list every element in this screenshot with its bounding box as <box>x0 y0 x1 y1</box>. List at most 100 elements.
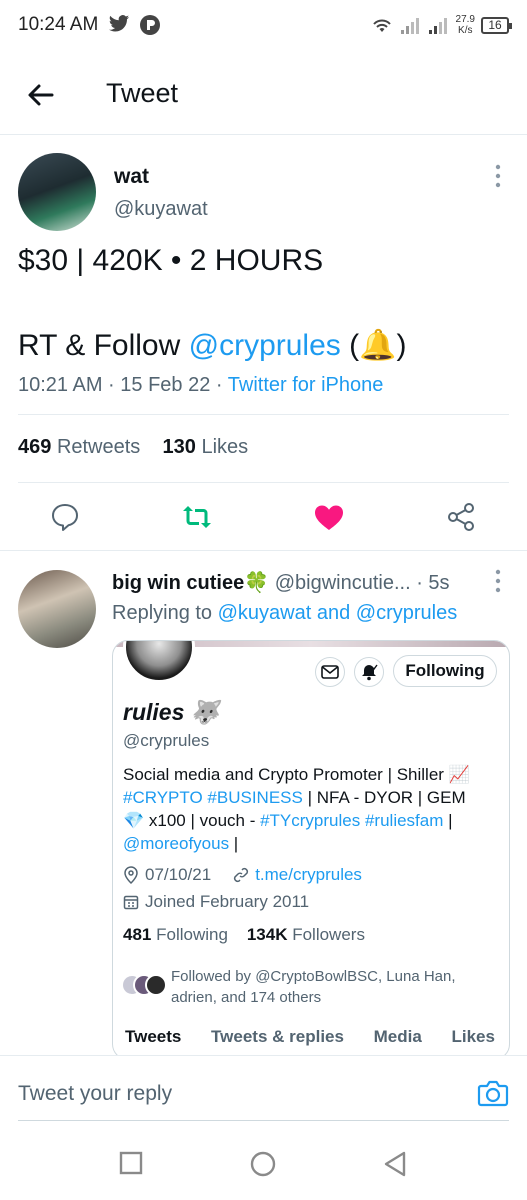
tab-likes: Likes <box>451 1027 495 1046</box>
retweets-count: 469 <box>18 436 52 458</box>
link-icon <box>234 867 249 883</box>
following-count: 481 <box>123 925 152 944</box>
signal-icon <box>400 18 419 34</box>
hashtag-tycryprules: #TYcryprules <box>260 811 361 830</box>
bio-line4-end: | <box>229 834 239 853</box>
bio-line2: | NFA - DYOR | GEM <box>302 788 466 807</box>
battery-indicator: 16 <box>481 16 512 34</box>
tab-media: Media <box>373 1027 422 1046</box>
bio-line3: x100 | vouch - <box>144 811 261 830</box>
profile-name: rulies 🐺 <box>123 699 219 726</box>
mention-link[interactable]: @cryprules <box>189 329 341 362</box>
signal-icon-2 <box>428 18 447 34</box>
status-indicators: 27.9 K/s 16 <box>370 12 512 38</box>
tweet-stats: 469 Retweets 130 Likes <box>18 436 248 459</box>
message-button[interactable] <box>315 657 345 687</box>
tweet-text-paren-open: ( <box>340 329 360 362</box>
tab-tweets: Tweets <box>125 1027 182 1046</box>
reply-input[interactable]: Tweet your reply <box>18 1082 172 1106</box>
android-nav-bar <box>0 1125 527 1200</box>
following-label: Following <box>156 925 228 944</box>
profile-joined: Joined February 2011 <box>145 892 310 911</box>
tweet-divider <box>0 550 527 551</box>
tab-tweets-replies: Tweets & replies <box>211 1027 344 1046</box>
tweet-text-prefix: RT & Follow <box>18 329 189 362</box>
twitter-bird-icon <box>108 15 130 32</box>
tweet-timestamp: 10:21 AM · 15 Feb 22 · Twitter for iPhon… <box>18 374 383 397</box>
profile-tabs: Tweets Tweets & replies Media Likes <box>113 1027 509 1047</box>
bio-line1: Social media and Crypto Promoter | Shill… <box>123 765 470 784</box>
follower-avatar <box>145 974 167 996</box>
profile-name-text: rulies <box>123 699 185 725</box>
source-link[interactable]: Twitter for iPhone <box>228 374 384 396</box>
notifications-button[interactable] <box>354 657 384 687</box>
hashtag-crypto: #CRYPTO <box>123 788 203 807</box>
reply-icon[interactable] <box>48 500 82 534</box>
recent-apps-icon[interactable] <box>119 1151 143 1175</box>
bio-line3-end: | <box>443 811 453 830</box>
followed-by-avatars <box>121 974 167 998</box>
profile-birthday: 07/10/21 <box>145 865 212 884</box>
network-speed: 27.9 K/s <box>456 14 475 36</box>
reply-author-name[interactable]: big win cutiee🍀 <box>112 572 269 594</box>
timestamp-text: 10:21 AM · 15 Feb 22 · <box>18 374 228 396</box>
reply-time: · 5s <box>416 572 450 594</box>
stats-divider-bottom <box>18 482 509 483</box>
profile-card-image[interactable]: Following rulies 🐺 @cryprules Social med… <box>112 640 510 1060</box>
profile-joined-row: Joined February 2011 <box>123 892 309 912</box>
followed-by-text: Followed by @CryptoBowlBSC, Luna Han, ad… <box>171 968 456 1006</box>
author-handle[interactable]: @kuyawat <box>114 198 208 221</box>
status-time: 10:24 AM <box>18 14 99 35</box>
following-button[interactable]: Following <box>393 655 497 687</box>
network-speed-value: 27.9 <box>455 14 475 25</box>
followers-count: 134K <box>246 925 288 944</box>
reply-author-handle[interactable]: @bigwincutie... <box>275 572 411 594</box>
gem-emoji: 💎 <box>123 811 145 830</box>
retweets-label: Retweets <box>56 436 141 458</box>
back-arrow-icon[interactable] <box>24 78 58 112</box>
author-avatar[interactable] <box>18 153 96 231</box>
composer-underline <box>18 1120 509 1121</box>
envelope-icon <box>321 665 339 679</box>
location-pin-icon <box>124 866 138 884</box>
home-icon[interactable] <box>250 1151 276 1177</box>
reply-composer: Tweet your reply <box>0 1055 527 1125</box>
followers-label: Followers <box>292 925 365 944</box>
bell-check-icon <box>362 664 378 681</box>
back-nav-icon[interactable] <box>383 1151 407 1177</box>
retweet-icon[interactable] <box>180 500 214 534</box>
tweet-text-line1: $30 | 420K • 2 HOURS <box>18 244 324 277</box>
author-name[interactable]: wat <box>114 165 149 189</box>
profile-handle: @cryprules <box>123 731 210 750</box>
hashtag-business: #BUSINESS <box>207 788 303 807</box>
replying-to-links[interactable]: @kuyawat and @cryprules <box>218 602 458 624</box>
status-bar: 10:24 AM 27.9 K/s 16 <box>0 0 527 52</box>
stats-divider-top <box>18 414 509 415</box>
share-icon[interactable] <box>444 500 478 534</box>
reply-header: big win cutiee🍀 @bigwincutie... · 5s <box>112 570 450 595</box>
replying-to: Replying to @kuyawat and @cryprules <box>112 602 457 625</box>
hashtag-ruliesfam: #ruliesfam <box>364 811 444 830</box>
like-heart-icon[interactable] <box>312 500 346 534</box>
profile-link: t.me/cryprules <box>255 865 362 884</box>
more-options-icon[interactable] <box>493 163 503 189</box>
profile-meta-row: 07/10/21 t.me/cryprules <box>123 865 362 885</box>
calendar-icon <box>123 895 139 910</box>
profile-bio: Social media and Crypto Promoter | Shill… <box>123 763 503 855</box>
reply-more-options-icon[interactable] <box>493 568 503 594</box>
tweet-text-line2: RT & Follow @cryprules (🔔) <box>18 328 406 363</box>
replying-prefix: Replying to <box>112 602 218 624</box>
likes-label: Likes <box>201 436 249 458</box>
likes-stat[interactable]: 130 Likes <box>163 436 249 458</box>
tweet-text-paren-close: ) <box>396 329 407 362</box>
bell-emoji: 🔔 <box>359 329 397 362</box>
app-notification-icon <box>140 15 160 35</box>
network-speed-unit: K/s <box>458 25 473 36</box>
retweets-stat[interactable]: 469 Retweets <box>18 436 140 458</box>
profile-card-avatar <box>123 641 195 683</box>
reply-author-avatar[interactable] <box>18 570 96 648</box>
likes-count: 130 <box>162 436 196 458</box>
camera-icon[interactable] <box>477 1078 509 1108</box>
wolf-emoji: 🐺 <box>190 699 220 725</box>
bio-mention: @moreofyous <box>123 834 230 853</box>
